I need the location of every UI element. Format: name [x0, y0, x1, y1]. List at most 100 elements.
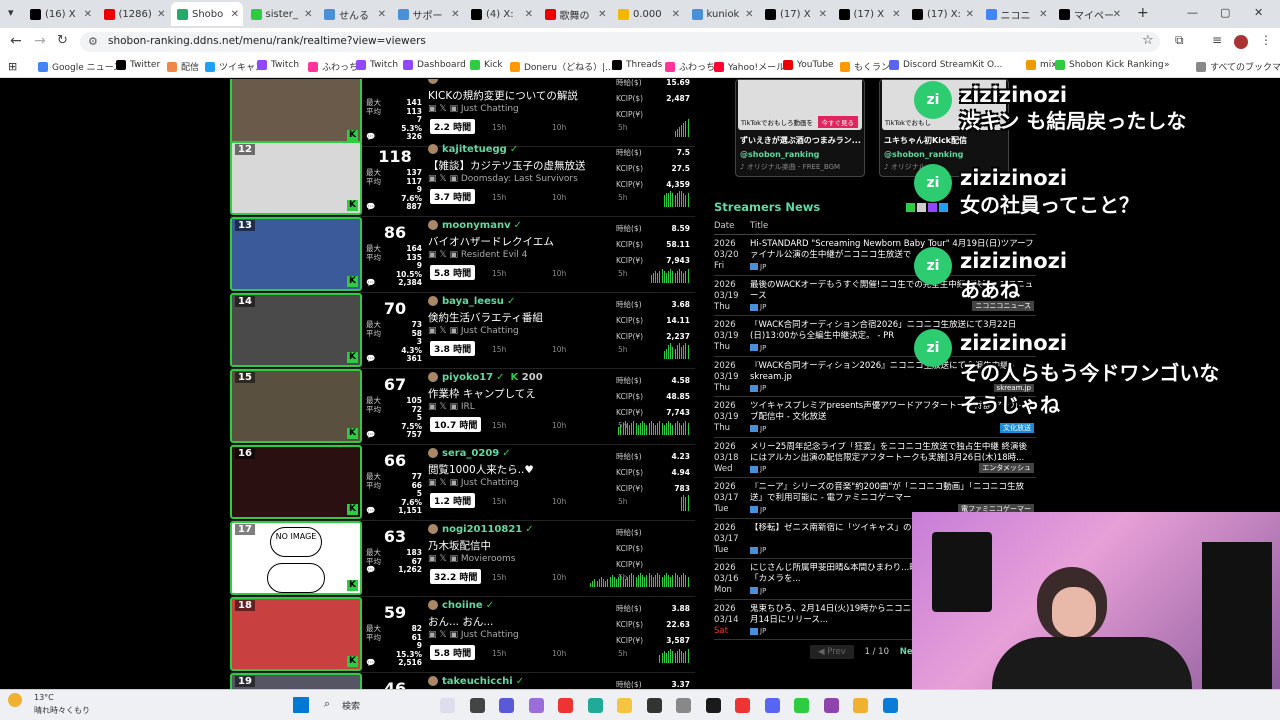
close-tab-icon[interactable]: ✕: [157, 9, 165, 20]
browser-tab[interactable]: (17) X ✕: [759, 2, 831, 26]
stream-title[interactable]: バイオハザードレクイエム: [428, 234, 554, 249]
news-row[interactable]: 2026 03/18 Wed メリー25周年記念ライブ「狂宴」をニコニコ生放送で独占…: [714, 438, 1036, 478]
streamer-name[interactable]: takeuchicchi ✓: [428, 676, 524, 687]
streamer-name[interactable]: nogi20110821 ✓: [428, 524, 534, 535]
extensions-icon[interactable]: ⧉: [1175, 33, 1184, 48]
streamer-name[interactable]: sera_0209 ✓: [428, 448, 511, 459]
stream-thumbnail[interactable]: 13 K: [230, 217, 362, 291]
bookmark-item[interactable]: Yahoo!メール: [714, 60, 785, 73]
next-button[interactable]: Ne: [900, 647, 913, 657]
bookmark-item[interactable]: 配信: [167, 60, 199, 73]
streamer-name[interactable]: choiine ✓: [428, 600, 494, 611]
stream-title[interactable]: 【雑談】カジテツ玉子の虚無放送: [428, 158, 586, 173]
bookmark-item[interactable]: ふわっち: [665, 60, 715, 73]
ranking-row[interactable]: K 最大 141 平均 113 7 5.3% 💬 326 KICKの規約変更についての解…: [230, 79, 695, 147]
browser-tab[interactable]: (1286) ✕: [98, 2, 170, 26]
stream-title[interactable]: おん... おん...: [428, 614, 493, 629]
close-tab-icon[interactable]: ✕: [672, 9, 680, 20]
close-tab-icon[interactable]: ✕: [892, 9, 900, 20]
new-tab-icon[interactable]: +: [1137, 5, 1149, 21]
close-tab-icon[interactable]: ✕: [1113, 9, 1121, 20]
menu-icon[interactable]: ⋮: [1260, 33, 1272, 47]
bookmark-item[interactable]: Threads: [612, 60, 662, 70]
bookmark-item[interactable]: Twitch: [257, 60, 299, 70]
browser-tab[interactable]: マイペー ✕: [1053, 2, 1125, 26]
bookmark-item[interactable]: Google ニュース: [38, 60, 122, 73]
stream-title[interactable]: 乃木坂配信中: [428, 538, 491, 553]
stream-title[interactable]: 倹約生活バラエティ番組: [428, 310, 543, 325]
bookmark-item[interactable]: もくラン: [840, 60, 890, 73]
ranking-row[interactable]: 19K46 最大 平均 💬takeuchicchi✓15h10h5h 時給($)…: [230, 673, 695, 689]
browser-tab[interactable]: サポー ✕: [392, 2, 464, 26]
close-tab-icon[interactable]: ✕: [451, 9, 459, 20]
bookmark-item[interactable]: Twitter: [116, 60, 160, 70]
close-tab-icon[interactable]: ✕: [819, 9, 827, 20]
browser-tab[interactable]: sister_ ✕: [245, 2, 317, 26]
ranking-row[interactable]: 12 K 118 最大 137 平均 117 9 7.6% 💬 887 kajitetueg…: [230, 141, 695, 217]
bookmark-item[interactable]: ふわっち: [308, 60, 358, 73]
taskbar-app-icon[interactable]: [764, 698, 780, 713]
close-tab-icon[interactable]: ✕: [966, 9, 974, 20]
bookmark-item[interactable]: Dashboard: [403, 60, 466, 70]
close-tab-icon[interactable]: ✕: [304, 9, 312, 20]
bookmark-item[interactable]: ツイキャス: [205, 60, 264, 73]
ranking-row[interactable]: 16 K 66 最大 77 平均 66 5 7.6% 💬 1,151 sera_0209 ✓ 閲…: [230, 445, 695, 521]
streamer-name[interactable]: kajitetuegg ✓: [428, 144, 518, 155]
address-bar[interactable]: ⚙ shobon-ranking.ddns.net/menu/rank/realt…: [80, 32, 1160, 52]
streamer-name[interactable]: moonymanv ✓: [428, 220, 522, 231]
bookmark-item[interactable]: YouTube: [783, 60, 834, 70]
taskbar-app-icon[interactable]: [499, 698, 514, 713]
maximize-icon[interactable]: ▢: [1220, 6, 1230, 19]
profile-avatar[interactable]: [1234, 35, 1248, 49]
stream-thumbnail[interactable]: 14 K: [230, 293, 362, 367]
taskbar-app-icon[interactable]: [528, 698, 544, 713]
taskbar-app-icon[interactable]: [646, 698, 662, 713]
close-tab-icon[interactable]: ✕: [598, 9, 606, 20]
browser-tab[interactable]: (17) X ✕: [833, 2, 905, 26]
bookmarks-overflow-icon[interactable]: »: [1164, 60, 1170, 70]
bookmark-item[interactable]: Twitch: [356, 60, 398, 70]
stream-title[interactable]: KICKの規約変更についての解説: [428, 88, 578, 103]
stream-title[interactable]: 作業枠 キャンプしてえ: [428, 386, 536, 401]
ranking-row[interactable]: NO IMAGE 17 K 63 最大 183 平均 67 💬 1,262 nogi20110…: [230, 521, 695, 597]
apps-icon[interactable]: ⊞: [8, 60, 17, 73]
minimize-icon[interactable]: —: [1187, 6, 1198, 19]
browser-tab[interactable]: Shobo ✕: [171, 2, 243, 26]
window-close-icon[interactable]: ✕: [1254, 6, 1263, 19]
bookmark-star-icon[interactable]: ☆: [1142, 33, 1154, 48]
bookmark-item[interactable]: Doneru（どねる）|...: [510, 60, 614, 73]
browser-tab[interactable]: (16) X ✕: [24, 2, 96, 26]
streamer-name[interactable]: baya_leesu ✓: [428, 296, 515, 307]
stream-thumbnail[interactable]: 15 K: [230, 369, 362, 443]
tiktok-user[interactable]: @shobon_ranking: [884, 150, 963, 159]
tab-search-icon[interactable]: ▾: [8, 6, 14, 19]
bookmark-item[interactable]: Kick: [470, 60, 503, 70]
stream-thumbnail[interactable]: NO IMAGE 17 K: [230, 521, 362, 595]
close-tab-icon[interactable]: ✕: [84, 9, 92, 20]
prev-button[interactable]: ◀ Prev: [810, 645, 854, 659]
browser-tab[interactable]: 歌舞の ✕: [539, 2, 611, 26]
close-tab-icon[interactable]: ✕: [1039, 9, 1047, 20]
tiktok-user[interactable]: @shobon_ranking: [740, 150, 819, 159]
streamer-name[interactable]: [428, 79, 442, 85]
site-info-icon[interactable]: ⚙: [88, 35, 98, 48]
stream-thumbnail[interactable]: 16 K: [230, 445, 362, 519]
reload-icon[interactable]: ↻: [57, 33, 68, 48]
browser-tab[interactable]: (17) X: ✕: [906, 2, 978, 26]
close-tab-icon[interactable]: ✕: [231, 9, 239, 20]
windows-start-icon[interactable]: [293, 697, 309, 713]
taskbar-app-icon[interactable]: [440, 698, 455, 713]
watch-now-button[interactable]: 今すぐ見る: [817, 116, 858, 128]
ranking-row[interactable]: 14 K 70 最大 73 平均 58 3 4.3% 💬 361 baya_leesu ✓ 倹約…: [230, 293, 695, 369]
forward-icon[interactable]: →: [34, 33, 46, 49]
browser-tab[interactable]: kuniok ✕: [686, 2, 758, 26]
bookmark-item[interactable]: Shobon Kick Ranking: [1055, 60, 1164, 70]
taskbar-app-icon[interactable]: [587, 698, 603, 713]
taskbar-app-icon[interactable]: [617, 698, 632, 713]
browser-tab[interactable]: ニコニ ✕: [980, 2, 1052, 26]
bookmark-item[interactable]: Discord StreamKit O...: [889, 60, 1002, 70]
back-icon[interactable]: ←: [10, 33, 22, 49]
reading-list-icon[interactable]: ≡: [1212, 33, 1222, 47]
close-tab-icon[interactable]: ✕: [525, 9, 533, 20]
taskbar-app-icon[interactable]: [823, 698, 839, 713]
